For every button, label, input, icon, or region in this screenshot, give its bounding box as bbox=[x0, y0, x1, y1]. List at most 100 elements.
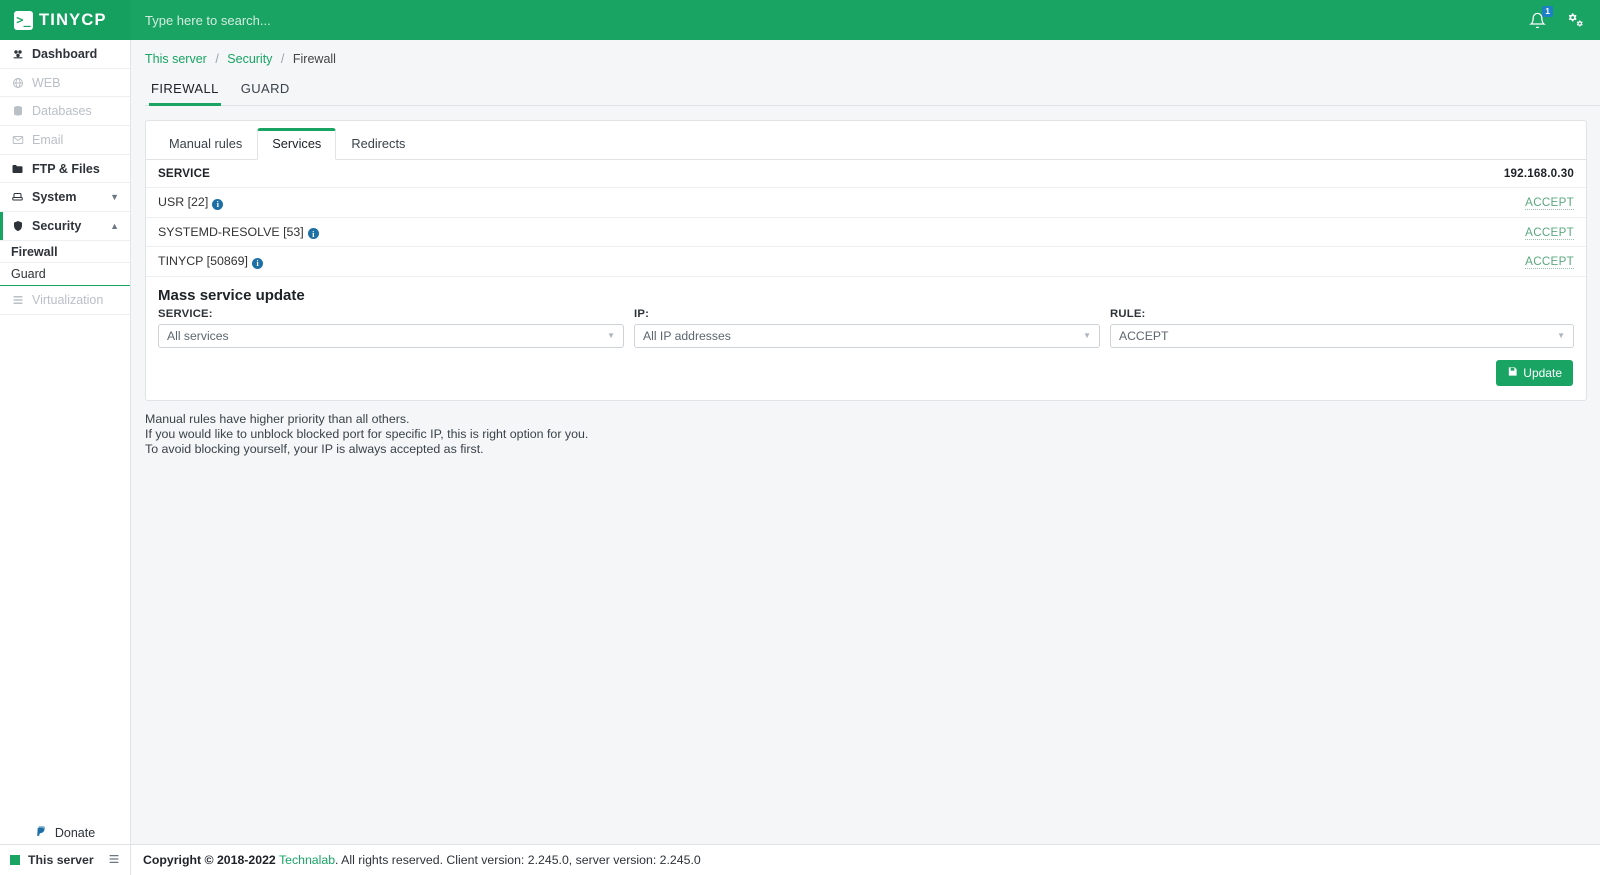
service-field-group: SERVICE: All services ▼ bbox=[158, 308, 624, 348]
breadcrumb-separator: / bbox=[215, 52, 219, 66]
rule-toggle-link[interactable]: ACCEPT bbox=[1525, 225, 1574, 240]
globe-icon bbox=[11, 77, 24, 89]
sidebar-item-security[interactable]: Security ▲ bbox=[0, 212, 130, 241]
column-ip: 192.168.0.30 bbox=[1100, 160, 1586, 188]
subtab-redirects[interactable]: Redirects bbox=[336, 128, 420, 160]
notification-badge: 1 bbox=[1542, 6, 1553, 17]
company-link[interactable]: Technalab bbox=[279, 853, 335, 867]
cell-rule: ACCEPT bbox=[1100, 217, 1586, 247]
ip-label: IP: bbox=[634, 307, 650, 320]
rule-field-group: RULE: ACCEPT ▼ bbox=[1110, 308, 1574, 348]
breadcrumb-item-security[interactable]: Security bbox=[227, 52, 272, 66]
gears-icon[interactable] bbox=[1564, 9, 1586, 31]
service-select-value: All services bbox=[167, 328, 229, 343]
update-button[interactable]: Update bbox=[1496, 359, 1573, 386]
cell-rule: ACCEPT bbox=[1100, 187, 1586, 218]
table-header-row: SERVICE 192.168.0.30 bbox=[146, 160, 1586, 188]
main-content: This server / Security / Firewall FIREWA… bbox=[131, 40, 1600, 844]
database-icon bbox=[11, 105, 24, 117]
sidebar-item-system[interactable]: System ▼ bbox=[0, 183, 130, 213]
table-row: TINYCP [50869] i ACCEPT bbox=[146, 246, 1586, 277]
sidebar-item-label: WEB bbox=[32, 75, 61, 90]
breadcrumb-separator: / bbox=[280, 52, 285, 66]
cell-service: USR [22] i bbox=[146, 187, 1101, 218]
system-icon bbox=[11, 191, 24, 203]
rule-select[interactable]: ACCEPT ▼ bbox=[1110, 323, 1574, 348]
app-root: >_ TINYCP 1 bbox=[0, 0, 1600, 875]
sidebar-item-databases[interactable]: Databases bbox=[0, 97, 130, 127]
ip-select-value: All IP addresses bbox=[643, 328, 731, 343]
sidebar-item-email[interactable]: Email bbox=[0, 126, 130, 155]
chevron-down-icon: ▼ bbox=[1557, 331, 1565, 340]
page-tabs: FIREWALL GUARD bbox=[145, 79, 1600, 106]
service-label: SERVICE: bbox=[158, 307, 213, 320]
copyright-rest: . All rights reserved. Client version: 2… bbox=[335, 853, 701, 867]
info-icon[interactable]: i bbox=[307, 228, 319, 239]
services-table: SERVICE 192.168.0.30 USR [22] i ACCEPT S… bbox=[146, 160, 1586, 277]
search-container bbox=[131, 11, 1526, 29]
terminal-prompt-icon: >_ bbox=[14, 10, 33, 30]
list-icon[interactable] bbox=[108, 853, 120, 868]
sidebar-subitem-label: Guard bbox=[11, 267, 46, 282]
breadcrumb: This server / Security / Firewall bbox=[131, 40, 1600, 66]
table-row: USR [22] i ACCEPT bbox=[146, 187, 1586, 218]
sidebar-item-guard[interactable]: Guard bbox=[0, 263, 130, 286]
donate-label: Donate bbox=[54, 825, 96, 840]
sidebar-item-web[interactable]: WEB bbox=[0, 69, 130, 98]
service-name: TINYCP [50869] bbox=[158, 254, 248, 268]
brand-logo[interactable]: >_ TINYCP bbox=[0, 0, 131, 40]
sidebar-item-ftp-files[interactable]: FTP & Files bbox=[0, 155, 130, 184]
subtab-services[interactable]: Services bbox=[257, 128, 337, 160]
table-row: SYSTEMD-RESOLVE [53] i ACCEPT bbox=[146, 217, 1586, 247]
subtab-manual-rules[interactable]: Manual rules bbox=[154, 128, 257, 160]
dashboard-icon bbox=[11, 48, 24, 60]
firewall-card: Manual rules Services Redirects SERVICE … bbox=[145, 120, 1587, 401]
chevron-down-icon: ▼ bbox=[110, 192, 119, 203]
shield-icon bbox=[11, 220, 24, 232]
copyright-years: Copyright © 2018-2022 bbox=[143, 853, 276, 867]
sidebar-item-label: Security bbox=[32, 218, 82, 233]
rule-toggle-link[interactable]: ACCEPT bbox=[1525, 196, 1574, 211]
mass-update-form: SERVICE: All services ▼ IP: All IP addre… bbox=[146, 306, 1586, 348]
service-name: USR [22] bbox=[158, 195, 209, 209]
breadcrumb-item-firewall: Firewall bbox=[292, 52, 336, 66]
sidebar-item-virtualization[interactable]: Virtualization bbox=[0, 286, 130, 315]
sub-tabs: Manual rules Services Redirects bbox=[146, 121, 1586, 160]
server-label: This server bbox=[28, 853, 94, 867]
tab-firewall[interactable]: FIREWALL bbox=[149, 79, 221, 106]
ip-select[interactable]: All IP addresses ▼ bbox=[634, 323, 1100, 348]
note-line: If you would like to unblock blocked por… bbox=[145, 426, 589, 441]
envelope-icon bbox=[11, 134, 24, 146]
sidebar-item-firewall[interactable]: Firewall bbox=[0, 241, 130, 264]
service-name: SYSTEMD-RESOLVE [53] bbox=[158, 224, 304, 239]
notes-block: Manual rules have higher priority than a… bbox=[131, 401, 1600, 457]
cell-rule: ACCEPT bbox=[1100, 246, 1586, 277]
paypal-icon bbox=[35, 824, 48, 841]
sidebar-item-label: System bbox=[32, 190, 77, 205]
breadcrumb-item-this-server[interactable]: This server bbox=[145, 52, 207, 66]
search-input[interactable] bbox=[143, 11, 563, 29]
services-panel: SERVICE 192.168.0.30 USR [22] i ACCEPT S… bbox=[146, 159, 1586, 400]
server-status-icon bbox=[10, 855, 20, 865]
update-button-row: Update bbox=[146, 348, 1586, 400]
sidebar-item-label: Databases bbox=[32, 104, 92, 119]
sidebar-subitem-label: Firewall bbox=[11, 244, 58, 259]
rule-toggle-link[interactable]: ACCEPT bbox=[1525, 255, 1574, 270]
ip-field-group: IP: All IP addresses ▼ bbox=[634, 308, 1100, 348]
bell-icon[interactable]: 1 bbox=[1526, 6, 1553, 31]
donate-button[interactable]: Donate bbox=[0, 824, 130, 841]
sidebar-item-label: Virtualization bbox=[32, 292, 104, 307]
server-selector[interactable]: This server bbox=[0, 845, 131, 875]
rule-select-value: ACCEPT bbox=[1119, 328, 1169, 343]
sidebar-item-dashboard[interactable]: Dashboard bbox=[0, 40, 130, 69]
info-icon[interactable]: i bbox=[212, 198, 224, 210]
tab-guard[interactable]: GUARD bbox=[239, 79, 292, 106]
service-select[interactable]: All services ▼ bbox=[158, 323, 624, 348]
note-line: Manual rules have higher priority than a… bbox=[145, 411, 410, 426]
chevron-down-icon: ▼ bbox=[607, 331, 615, 340]
column-service: SERVICE bbox=[146, 160, 1101, 188]
sidebar-item-label: FTP & Files bbox=[32, 161, 100, 176]
sidebar-item-label: Dashboard bbox=[32, 46, 98, 61]
mass-update-title: Mass service update bbox=[158, 286, 305, 304]
info-icon[interactable]: i bbox=[252, 257, 263, 269]
